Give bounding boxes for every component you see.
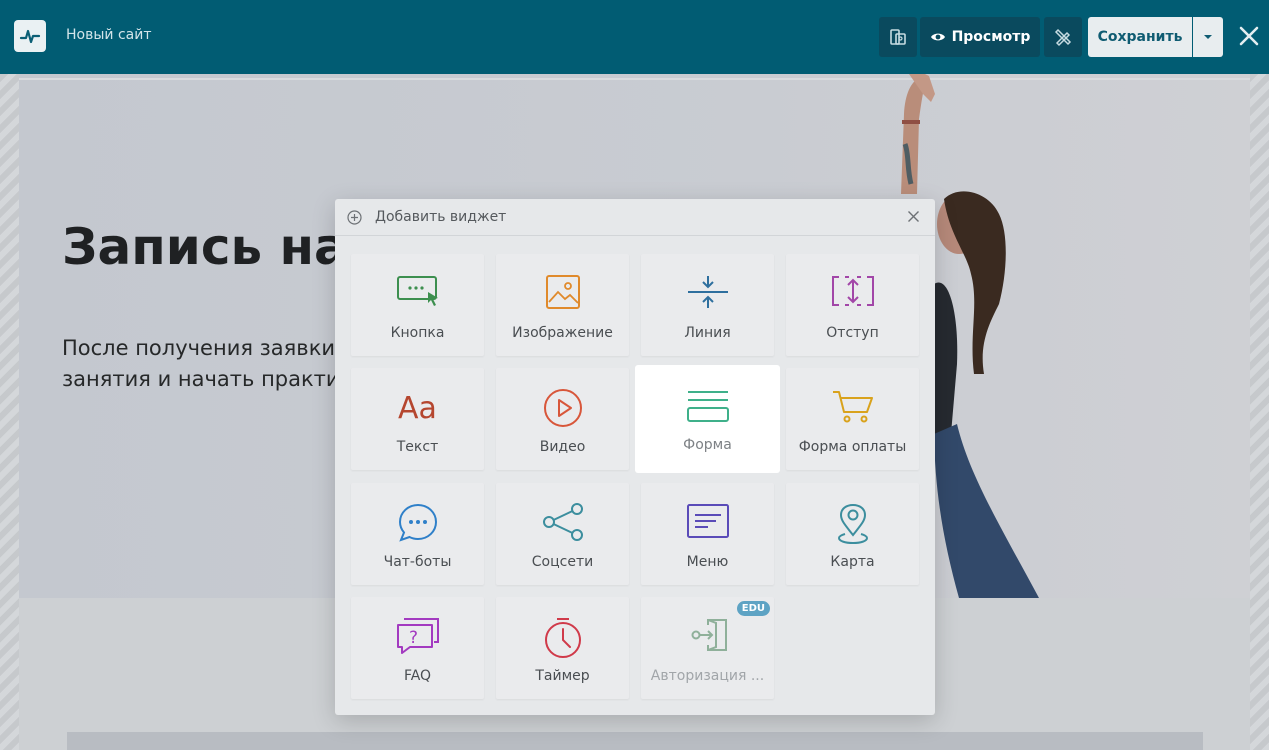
widget-label: Форма xyxy=(683,437,732,453)
widget-authorization[interactable]: EDU Авторизация ... xyxy=(641,597,774,699)
widget-video[interactable]: Видео xyxy=(496,368,629,470)
save-button[interactable]: Сохранить xyxy=(1088,17,1192,57)
close-editor-button[interactable] xyxy=(1237,24,1261,48)
plus-circle-icon xyxy=(347,210,362,225)
pulse-logo-icon xyxy=(19,29,41,44)
share-icon xyxy=(542,503,583,541)
widget-label: Линия xyxy=(684,325,731,341)
widget-label: Таймер xyxy=(535,668,590,684)
preview-button[interactable]: Просмотр xyxy=(920,17,1040,57)
dialog-header: Добавить виджет xyxy=(335,199,935,236)
site-name[interactable]: Новый сайт xyxy=(66,27,151,43)
save-options-dropdown[interactable] xyxy=(1193,17,1223,57)
widget-label: Видео xyxy=(539,439,586,455)
next-section-image xyxy=(67,732,1203,750)
video-icon xyxy=(543,389,582,427)
widget-label: Карта xyxy=(830,554,875,570)
widget-faq[interactable]: ? FAQ xyxy=(351,597,484,699)
text-icon: Aa xyxy=(398,391,437,424)
widget-label: Изображение xyxy=(512,325,613,341)
button-icon xyxy=(396,276,438,306)
svg-text:?: ? xyxy=(409,628,418,648)
canvas-edge-right xyxy=(1250,74,1269,750)
edu-badge: EDU xyxy=(736,601,770,616)
widget-line[interactable]: Линия xyxy=(641,254,774,356)
chat-icon xyxy=(398,503,437,542)
widget-payment-form[interactable]: Форма оплаты xyxy=(786,368,919,470)
widget-label: Кнопка xyxy=(390,325,445,341)
svg-text:Aa: Aa xyxy=(398,391,437,424)
widget-image[interactable]: Изображение xyxy=(496,254,629,356)
pages-icon xyxy=(890,29,906,45)
preview-label: Просмотр xyxy=(951,29,1031,45)
hero-text[interactable]: После получения заявки я занятия и начат… xyxy=(62,333,362,395)
widget-text[interactable]: Aa Текст xyxy=(351,368,484,470)
hero-text-line: После получения заявки я xyxy=(62,336,355,360)
widget-label: Авторизация ... xyxy=(650,668,765,684)
spacing-icon xyxy=(831,276,874,306)
widget-button[interactable]: Кнопка xyxy=(351,254,484,356)
top-toolbar: Новый сайт Просмотр Сохранить xyxy=(0,0,1269,74)
widget-menu[interactable]: Меню xyxy=(641,483,774,585)
pages-button[interactable] xyxy=(879,17,917,57)
widget-label: Отступ xyxy=(826,325,879,341)
canvas-edge-left xyxy=(0,74,19,750)
timer-icon xyxy=(544,618,581,658)
widget-chatbots[interactable]: Чат-боты xyxy=(351,483,484,585)
menu-icon xyxy=(686,504,729,538)
hero-title[interactable]: Запись на xyxy=(62,218,348,276)
widget-label: Соцсети xyxy=(531,554,594,570)
eye-icon xyxy=(930,33,945,41)
map-pin-icon xyxy=(837,503,868,545)
widget-label: FAQ xyxy=(403,668,432,684)
close-icon xyxy=(1239,26,1259,46)
app-logo[interactable] xyxy=(14,20,46,52)
image-icon xyxy=(545,275,580,309)
hero-text-line: занятия и начать практику xyxy=(62,367,362,391)
login-icon xyxy=(691,619,727,651)
widget-label: Меню xyxy=(686,554,729,570)
line-icon xyxy=(687,276,728,308)
pencil-ruler-icon xyxy=(1054,28,1072,47)
design-tools-button[interactable] xyxy=(1044,17,1082,57)
widget-label: Форма оплаты xyxy=(798,439,907,455)
widget-timer[interactable]: Таймер xyxy=(496,597,629,699)
dialog-title: Добавить виджет xyxy=(375,209,507,225)
add-widget-dialog: Добавить виджет Кнопка Изображение Линия xyxy=(335,199,935,715)
caret-down-icon xyxy=(1204,35,1212,39)
widget-form[interactable]: Форма xyxy=(636,366,779,472)
form-icon xyxy=(686,391,729,422)
widget-map[interactable]: Карта xyxy=(786,483,919,585)
widget-label: Текст xyxy=(396,439,439,455)
cart-icon xyxy=(832,391,873,423)
widget-label: Чат-боты xyxy=(383,554,452,570)
widget-social[interactable]: Соцсети xyxy=(496,483,629,585)
save-label: Сохранить xyxy=(1097,29,1183,45)
widget-spacing[interactable]: Отступ xyxy=(786,254,919,356)
close-icon[interactable] xyxy=(907,210,920,223)
faq-icon: ? xyxy=(396,618,439,654)
